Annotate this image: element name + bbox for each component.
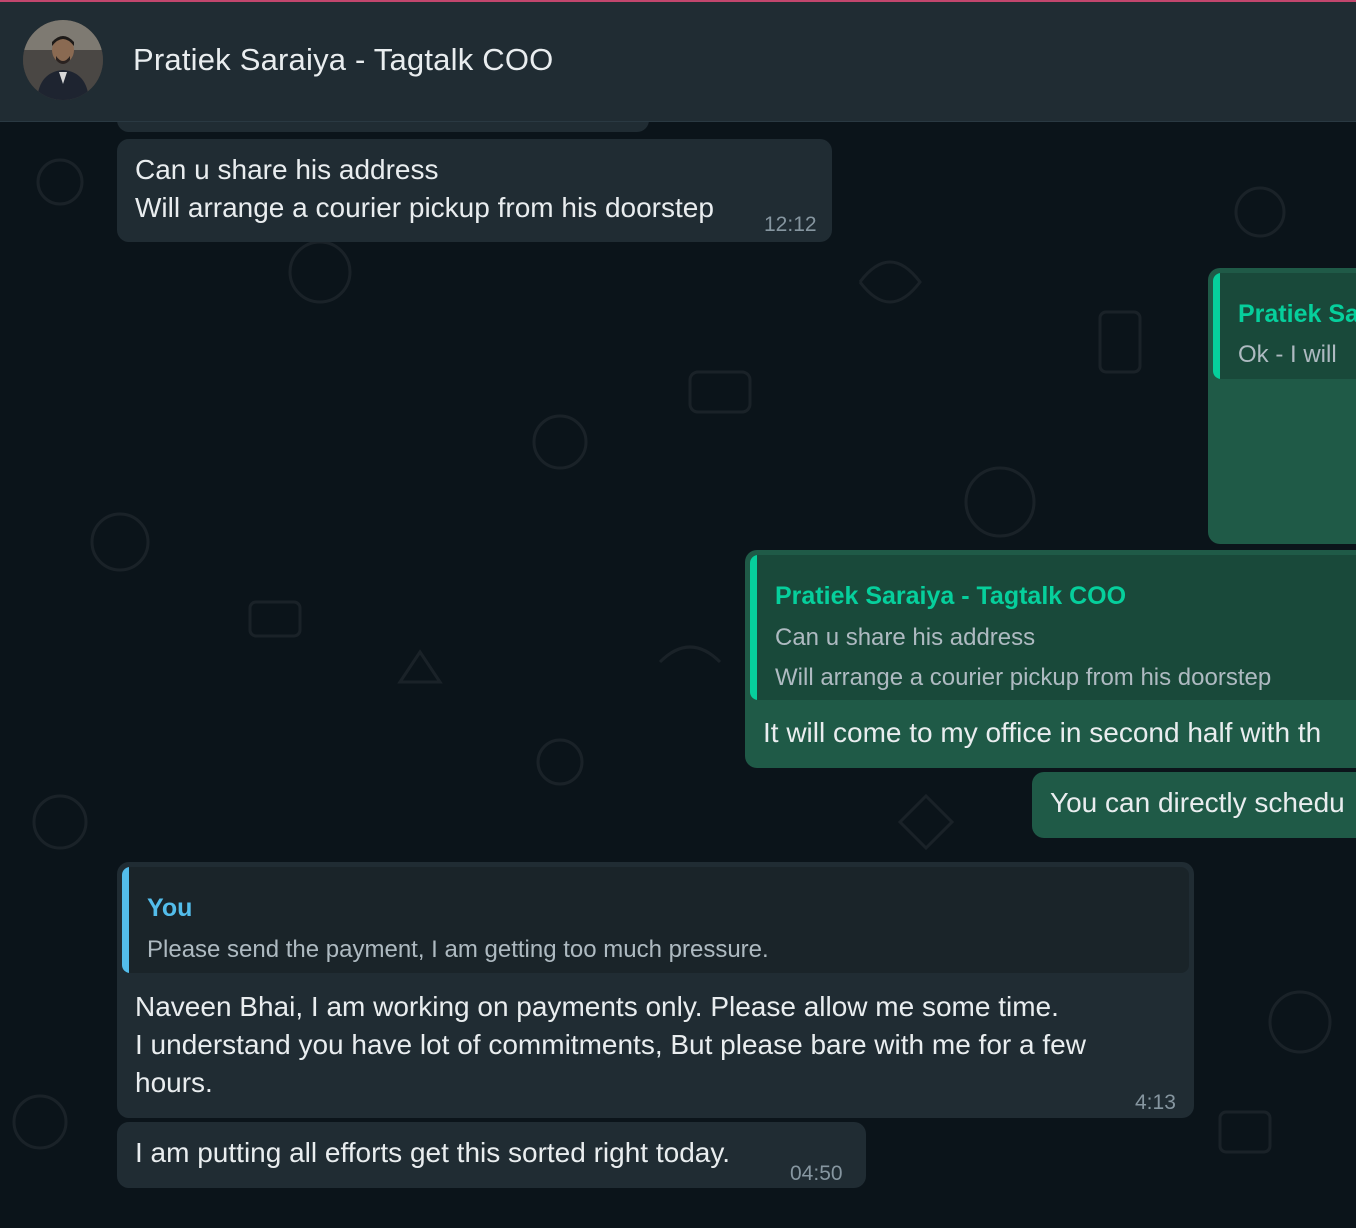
message-timestamp: 4:13	[1135, 1091, 1176, 1114]
quoted-message[interactable]: Pratiek Sa Ok - I will	[1213, 273, 1356, 379]
avatar-photo-icon	[23, 20, 103, 100]
quote-text: Ok - I will	[1238, 341, 1337, 368]
message-text: Naveen Bhai, I am working on payments on…	[135, 991, 1059, 1022]
contact-name[interactable]: Pratiek Saraiya - Tagtalk COO	[133, 42, 553, 78]
message-bubble-partial[interactable]	[117, 122, 649, 132]
quoted-message[interactable]: You Please send the payment, I am gettin…	[122, 867, 1189, 973]
quote-text: Can u share his address	[775, 624, 1036, 651]
message-bubble-incoming[interactable]: Can u share his address Will arrange a c…	[117, 139, 832, 242]
quote-author: Pratiek Saraiya - Tagtalk COO	[775, 582, 1127, 610]
message-timestamp: 12:12	[764, 213, 817, 236]
message-list[interactable]: Can u share his address Will arrange a c…	[0, 122, 1356, 1228]
message-bubble-incoming[interactable]: I am putting all efforts get this sorted…	[117, 1122, 866, 1188]
message-text: Can u share his address	[135, 154, 439, 185]
message-text: I understand you have lot of commitments…	[135, 1029, 1086, 1060]
message-bubble-outgoing[interactable]: Pratiek Sa Ok - I will	[1208, 268, 1356, 544]
contact-avatar[interactable]	[23, 20, 103, 100]
quoted-message[interactable]: Pratiek Saraiya - Tagtalk COO Can u shar…	[750, 555, 1356, 700]
message-text: You can directly schedu	[1050, 787, 1345, 818]
quote-author: You	[147, 894, 193, 922]
message-bubble-outgoing[interactable]: You can directly schedu	[1032, 772, 1356, 838]
message-bubble-outgoing[interactable]: Pratiek Saraiya - Tagtalk COO Can u shar…	[745, 550, 1356, 768]
message-text: Will arrange a courier pickup from his d…	[135, 192, 714, 223]
quote-text: Please send the payment, I am getting to…	[147, 936, 769, 963]
chat-header[interactable]: Pratiek Saraiya - Tagtalk COO	[0, 2, 1356, 122]
message-bubble-incoming[interactable]: You Please send the payment, I am gettin…	[117, 862, 1194, 1118]
message-text: It will come to my office in second half…	[763, 717, 1322, 748]
message-text: hours.	[135, 1067, 213, 1098]
quote-text: Will arrange a courier pickup from his d…	[775, 664, 1272, 691]
message-timestamp: 04:50	[790, 1162, 843, 1185]
message-text: I am putting all efforts get this sorted…	[135, 1137, 731, 1168]
quote-author: Pratiek Sa	[1238, 300, 1356, 328]
quote-accent-bar	[750, 555, 757, 700]
quote-accent-bar	[122, 867, 129, 973]
quote-accent-bar	[1213, 273, 1220, 379]
